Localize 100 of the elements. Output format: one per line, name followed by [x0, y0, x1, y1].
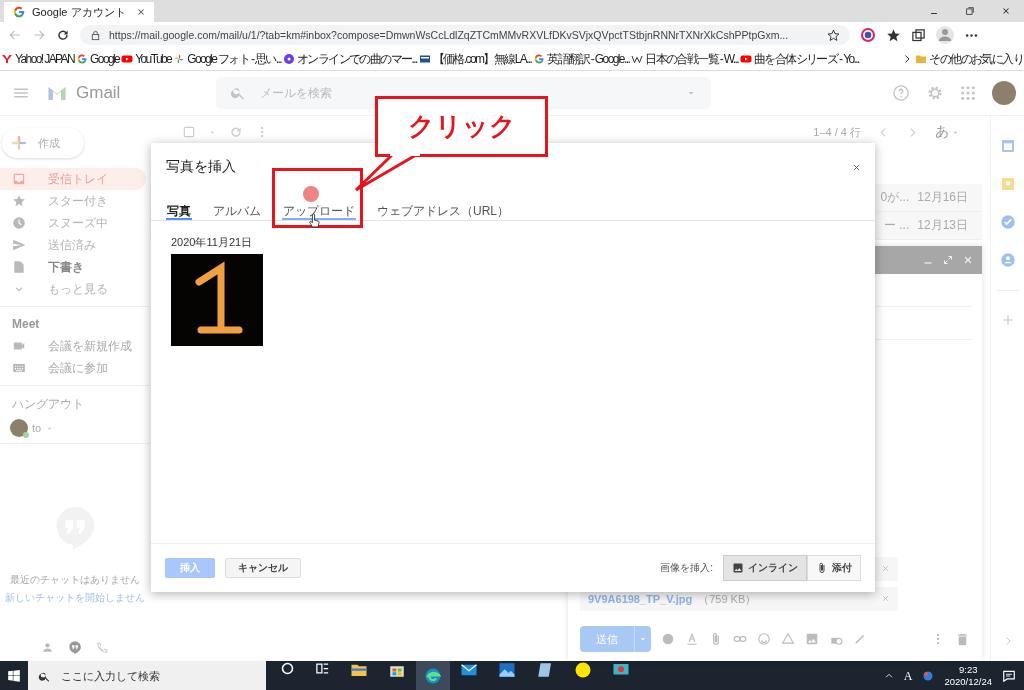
tab-title: Google アカウント: [32, 4, 127, 20]
address-bar[interactable]: https://mail.google.com/mail/u/1/?tab=km#inbox?compose=DmwnWsCcLdlZqZTCmMMvRXVLfDKvSVjxQVpctTStbjnRNNrTXNrXkCshPPtpGxm...: [80, 25, 850, 45]
smiley-icon[interactable]: [757, 632, 771, 646]
document-icon: [12, 260, 26, 274]
help-icon[interactable]: [892, 84, 910, 102]
notification-icon[interactable]: [1002, 669, 1016, 683]
ime-mode-indicator[interactable]: A: [903, 668, 913, 684]
notepad-icon[interactable]: [536, 661, 554, 679]
video-play-icon: [121, 53, 134, 65]
site-icon: [418, 53, 431, 65]
browser-swirl-icon[interactable]: [416, 661, 450, 690]
pen-icon[interactable]: [853, 632, 867, 646]
chevron-up-icon[interactable]: [883, 671, 894, 681]
google-icon: [533, 53, 546, 65]
page-range: 1–4 / 4 行: [813, 124, 861, 140]
settings-icon[interactable]: [926, 84, 944, 102]
trash-icon[interactable]: [955, 631, 970, 647]
circle-icon[interactable]: [280, 661, 295, 676]
insert-mode-label: 画像を挿入:: [660, 561, 713, 575]
restore-icon[interactable]: [965, 6, 975, 16]
bookmark-link[interactable]: YouTube: [135, 52, 172, 66]
image-icon: [732, 562, 744, 574]
search-icon: [230, 85, 246, 101]
calendar-icon[interactable]: [999, 138, 1016, 154]
google-icon: [12, 5, 26, 19]
close-icon[interactable]: [852, 162, 861, 172]
bookmark-link[interactable]: Google フォト - 思い...: [187, 50, 282, 68]
site-icon: [1, 53, 13, 65]
taskbar-search-field[interactable]: ここに入力して検索: [28, 661, 266, 690]
section-title: Meet: [11, 316, 41, 333]
insert-mode-option[interactable]: インライン: [723, 555, 807, 581]
image-icon[interactable]: [805, 632, 819, 646]
plus-icon[interactable]: [1000, 313, 1015, 327]
back-arrow-icon[interactable]: [8, 28, 22, 42]
google-icon: [76, 53, 89, 65]
taskbar-clock[interactable]: 9:23 2020/12/24: [944, 664, 992, 688]
bookmark-link[interactable]: 曲を合体シリーズ - Yo...: [754, 50, 859, 68]
bookmark-link[interactable]: 英語翻訳 - Google...: [547, 50, 630, 68]
email-date: 12月13日: [917, 217, 968, 234]
tab[interactable]: 写真: [166, 195, 192, 220]
forward-arrow-icon[interactable]: [32, 28, 46, 42]
avatar[interactable]: [10, 419, 28, 437]
refresh-icon[interactable]: [56, 28, 70, 42]
browser-tab[interactable]: Google アカウント: [4, 2, 154, 22]
keyboard-icon: [12, 361, 26, 375]
photos-icon[interactable]: [498, 661, 516, 679]
paperclip-icon: [816, 562, 828, 574]
tab[interactable]: アルバム: [212, 195, 262, 220]
dialog-title: 写真を挿入: [166, 158, 236, 176]
bookmark-link[interactable]: 日本の合戦一覧 - W...: [645, 50, 739, 68]
folder-icon: [915, 53, 928, 65]
close-icon[interactable]: [136, 7, 146, 17]
avatar[interactable]: [992, 81, 1016, 105]
insert-mode-option[interactable]: 添付: [807, 555, 861, 581]
apps-grid-icon[interactable]: [960, 85, 976, 101]
text-format-icon[interactable]: [685, 632, 699, 646]
bookmark-link[interactable]: オンラインでの曲のマー...: [297, 50, 417, 68]
cancel-button[interactable]: キャンセル: [225, 558, 301, 578]
expand-icon[interactable]: [942, 254, 954, 266]
bookmark-link[interactable]: 【価格.com】無線LA...: [432, 50, 532, 68]
bookmark-folder[interactable]: その他のお気に入り: [929, 50, 1023, 68]
contact-icon[interactable]: [999, 252, 1016, 268]
send-icon: [12, 238, 26, 252]
tab[interactable]: ウェブアドレス（URL）: [376, 195, 510, 220]
clock-icon: [12, 216, 26, 230]
bookmark-link[interactable]: Google: [90, 52, 120, 66]
chat-bubble-icon[interactable]: [68, 640, 82, 654]
empty-chat-text: 最近のチャットはありません: [10, 573, 140, 587]
email-snippet: 0が...: [880, 189, 910, 206]
pinwheel-icon: [173, 53, 186, 65]
section-title: ハングアウト: [11, 396, 85, 413]
lock-icon: [90, 29, 101, 41]
checkbox-icon[interactable]: [182, 125, 196, 139]
nav-item[interactable]: 下書き: [0, 256, 146, 278]
windows-logo-icon[interactable]: [7, 669, 21, 683]
status-dot: [23, 432, 29, 438]
photo-placeholder[interactable]: [171, 254, 263, 346]
extension-icon[interactable]: [860, 27, 876, 43]
email-date: 12月16日: [917, 189, 968, 206]
circle-icon[interactable]: [574, 661, 592, 679]
bookmark-link[interactable]: Yahoo! JAPAN: [15, 52, 75, 66]
note-icon[interactable]: [999, 176, 1016, 192]
wikipedia-icon: [631, 53, 644, 65]
collections-icon[interactable]: [911, 27, 926, 43]
phone-icon[interactable]: [96, 640, 109, 654]
close-icon[interactable]: [1001, 6, 1011, 16]
favorites-icon[interactable]: [886, 27, 901, 43]
callout-text: クリック: [407, 110, 516, 143]
video-play-icon: [740, 53, 753, 65]
task-view-icon[interactable]: [315, 661, 330, 676]
disc-icon: [283, 53, 296, 65]
profile-icon[interactable]: [936, 26, 954, 44]
url-text: https://mail.google.com/mail/u/1/?tab=km#inbox?compose=DmwnWsCcLdlZqZTCmMMvRXVLfDKvSVjxQVpctTStbjnRNNrTXNrXkCshPPtpGxm...: [109, 29, 790, 41]
checkmark-circle-icon[interactable]: [999, 214, 1016, 230]
ime-icon[interactable]: [922, 670, 935, 682]
person-icon[interactable]: [41, 640, 54, 654]
triangle-icon[interactable]: [781, 632, 795, 646]
email-snippet: ー ...: [883, 217, 910, 234]
star-icon[interactable]: [827, 28, 840, 42]
plus-icon: [10, 134, 28, 152]
